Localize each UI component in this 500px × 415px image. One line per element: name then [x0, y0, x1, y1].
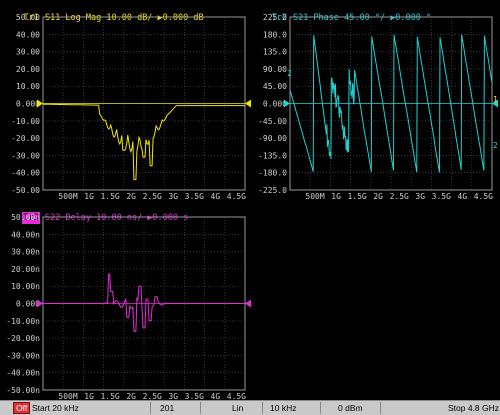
y-tick-label: 50.00n [11, 213, 40, 222]
x-tick-label: 4G [458, 192, 468, 201]
y-tick-label: 0.000 [16, 300, 40, 309]
x-tick-label: 500M [58, 392, 77, 400]
stop-frequency[interactable]: Stop 4.8 GHz [448, 403, 499, 413]
reference-marker-right [245, 99, 251, 108]
x-tick-label: 1.5G [347, 192, 366, 201]
y-tick-label: -30.00n [6, 351, 40, 360]
x-tick-label: 2G [126, 192, 136, 201]
x-tick-label: 4G [211, 192, 221, 201]
y-tick-label: 40.00 [16, 30, 40, 39]
x-tick-label: 1G [331, 192, 341, 201]
y-tick-label: 20.00 [16, 65, 40, 74]
x-tick-label: 3G [168, 392, 178, 400]
x-tick-label: 2G [126, 392, 136, 400]
x-tick-label: 2G [373, 192, 383, 201]
plot-pane-tr1: 50.00 40.00 30.00 20.00 10.00 0.000 -10.00 -20.… [11, 13, 251, 201]
reference-marker-left [37, 99, 43, 108]
vna-screen: Tr1 S11 Log Mag 10.00 dB/ ▶0.000 dB Tr2 … [0, 0, 500, 400]
reference-marker-left [37, 299, 43, 308]
y-tick-label: 45.00 [263, 82, 287, 91]
y-tick-label: -50.00 [11, 186, 40, 195]
y-tick-label: 225.0 [263, 13, 287, 22]
trace1-edge-marker: 1 [493, 95, 498, 104]
if-bandwidth[interactable]: 10 kHz [270, 403, 296, 413]
x-tick-label: 500M [58, 192, 77, 201]
points-count[interactable]: 201 [160, 403, 174, 413]
x-tick-label: 1G [84, 392, 94, 400]
x-tick-label: 500M [305, 192, 324, 201]
trace2-edge-marker: 2 [287, 69, 292, 78]
y-tick-label: -40.00n [6, 369, 40, 378]
y-tick-label: 30.00 [16, 48, 40, 57]
x-tick-label: 3.5G [432, 192, 451, 201]
y-tick-label: 0.000 [16, 100, 40, 109]
y-tick-label: 180.0 [263, 30, 287, 39]
y-tick-label: 0.000 [263, 100, 287, 109]
y-tick-label: 20.00n [11, 265, 40, 274]
y-tick-label: 10.00 [16, 82, 40, 91]
y-tick-label: -50.00n [6, 386, 40, 395]
x-tick-label: 2.5G [143, 392, 162, 400]
y-tick-label: -40.00 [11, 169, 40, 178]
x-tick-label: 2.5G [143, 192, 162, 201]
sweep-type[interactable]: Lin [232, 403, 243, 413]
reference-marker-right [245, 299, 251, 308]
plot-pane-tr2: 225.0 180.0 135.0 90.00 45.00 0.000 -45.00 -90.… [258, 13, 498, 201]
status-divider [150, 402, 151, 414]
reference-marker-left [284, 99, 290, 108]
x-tick-label: 3G [415, 192, 425, 201]
y-tick-label: 40.00n [11, 230, 40, 239]
x-tick-label: 4G [211, 392, 221, 400]
x-tick-label: 4.5G [474, 192, 493, 201]
trace-line-tr1 [43, 103, 245, 181]
y-tick-label: 30.00n [11, 248, 40, 257]
y-tick-label: -10.00 [11, 117, 40, 126]
status-divider [320, 402, 321, 414]
y-tick-label: -20.00 [11, 134, 40, 143]
status-divider [380, 402, 381, 414]
x-tick-label: 4.5G [227, 192, 246, 201]
plot-area: 50.00 40.00 30.00 20.00 10.00 0.000 -10.00 -20.… [6, 13, 498, 400]
trace2-edge-marker: 2 [493, 141, 498, 150]
off-indicator[interactable]: Off [13, 402, 31, 414]
x-tick-label: 1.5G [100, 392, 119, 400]
y-tick-label: -135.0 [258, 151, 287, 160]
y-tick-label: -20.00n [6, 334, 40, 343]
x-tick-label: 1G [84, 192, 94, 201]
x-tick-label: 3.5G [185, 192, 204, 201]
plot-pane-tr3: 50.00n 40.00n 30.00n 20.00n 10.00n 0.000 -10.0… [6, 213, 251, 400]
x-tick-label: 3G [168, 192, 178, 201]
y-tick-label: 90.00 [263, 65, 287, 74]
status-divider [200, 402, 201, 414]
y-tick-label: 135.0 [263, 48, 287, 57]
y-tick-label: -90.00 [258, 134, 287, 143]
x-tick-label: 2.5G [390, 192, 409, 201]
y-tick-label: 10.00n [11, 282, 40, 291]
x-tick-label: 1.5G [100, 192, 119, 201]
y-tick-label: -45.00 [258, 117, 287, 126]
x-tick-label: 4.5G [227, 392, 246, 400]
y-tick-label: 50.00 [16, 13, 40, 22]
y-tick-label: -10.00n [6, 317, 40, 326]
y-tick-label: -30.00 [11, 151, 40, 160]
power-level[interactable]: 0 dBm [338, 403, 363, 413]
status-divider [262, 402, 263, 414]
start-frequency[interactable]: Start 20 kHz [32, 403, 79, 413]
status-bar: Off Start 20 kHz 201 Lin 10 kHz 0 dBm St… [0, 400, 500, 415]
x-tick-label: 3.5G [185, 392, 204, 400]
y-tick-label: -180.0 [258, 169, 287, 178]
y-tick-label: -225.0 [258, 186, 287, 195]
